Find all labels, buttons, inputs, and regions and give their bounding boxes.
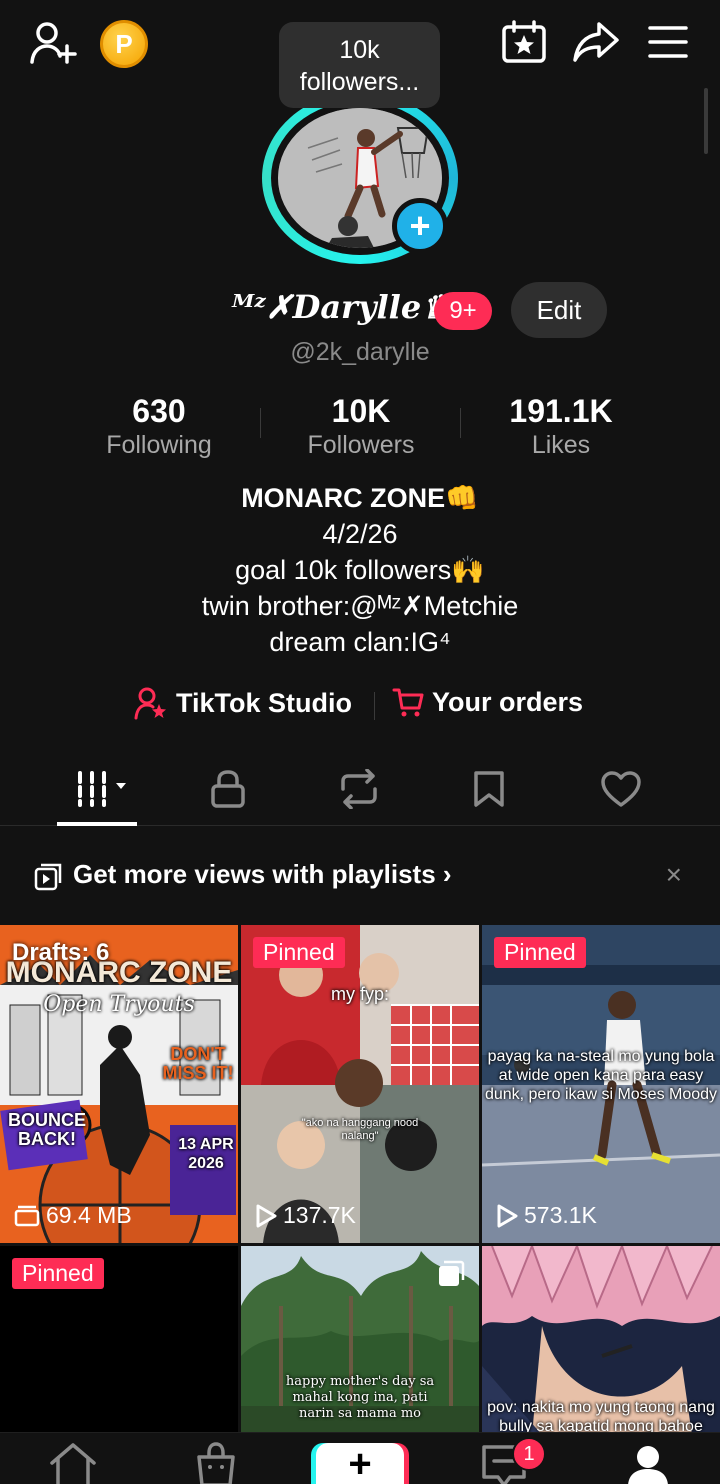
view-count-value: 137.7K <box>283 1202 356 1228</box>
playlist-banner-text: Get more views with playlists › <box>73 859 452 890</box>
heart-icon <box>601 771 641 807</box>
play-icon <box>497 1204 518 1227</box>
video-thumbnail-drafts[interactable]: MONARC ZONE Open Tryouts DON'T MISS IT! … <box>0 925 238 1243</box>
content-tabs <box>0 752 720 826</box>
shopping-bag-icon <box>197 1442 235 1484</box>
profile-stats: 630 Following 10K Followers 191.1K Likes <box>0 392 720 462</box>
profile-name-row: ᴹᶻ✗Darylle♛ 9+ Edit <box>0 282 720 338</box>
create-button[interactable]: + <box>316 1443 404 1484</box>
close-icon[interactable]: × <box>666 859 682 891</box>
stat-label: Following <box>106 431 212 459</box>
poster-side-text: DON'T MISS IT! <box>162 1044 234 1083</box>
video-thumbnail-pinned-3[interactable]: Pinned <box>0 1246 238 1435</box>
calendar-star-icon[interactable] <box>500 20 548 64</box>
stat-likes[interactable]: 191.1K Likes <box>461 392 661 460</box>
nav-home[interactable] <box>48 1441 98 1484</box>
draft-size-value: 69.4 MB <box>46 1202 132 1228</box>
bio-line: MONARC ZONE👊 <box>241 483 479 513</box>
home-icon <box>50 1443 96 1484</box>
poster-date: 13 APR 2026 <box>178 1136 234 1172</box>
studio-label: TikTok Studio <box>176 687 353 718</box>
stat-following[interactable]: 630 Following <box>59 392 259 460</box>
stat-value: 10K <box>331 393 391 429</box>
draft-size: 69.4 MB <box>14 1202 132 1229</box>
slideshow-icon <box>439 1260 465 1286</box>
bio-line: goal 10k followers🙌 <box>235 555 485 585</box>
video-caption: payag ka na-steal mo yung bola at wide o… <box>484 1048 718 1103</box>
studio-icon <box>134 687 166 720</box>
video-thumbnail-pinned-1[interactable]: Pinned my fyp: "ako na hanggang nood nal… <box>241 925 479 1243</box>
video-grid: MONARC ZONE Open Tryouts DON'T MISS IT! … <box>0 925 720 1435</box>
tab-favorites[interactable] <box>439 764 539 814</box>
nav-shop[interactable] <box>194 1441 238 1484</box>
playlist-icon <box>34 863 62 891</box>
bookmark-icon <box>474 771 504 807</box>
links-divider <box>374 692 375 720</box>
bottom-nav: + 1 <box>0 1432 720 1484</box>
pinned-badge: Pinned <box>494 937 586 968</box>
orders-label: Your orders <box>432 686 584 717</box>
tab-liked[interactable] <box>571 764 671 814</box>
view-count: 573.1K <box>496 1202 597 1229</box>
notification-badge[interactable]: 9+ <box>434 292 492 330</box>
scroll-indicator[interactable] <box>704 88 708 154</box>
profile-icon <box>628 1446 668 1484</box>
playlist-text: Get more views with playlists <box>73 859 436 889</box>
video-caption: pov: nakita mo yung taong nang bully sa … <box>487 1399 715 1435</box>
profile-links: TikTok Studio Your orders <box>0 686 720 726</box>
active-tab-indicator <box>57 822 137 826</box>
grid-dropdown-icon <box>78 771 126 807</box>
add-friend-icon[interactable] <box>28 20 78 64</box>
share-icon[interactable] <box>572 20 620 64</box>
bio-line: 4/2/26 <box>322 519 398 549</box>
stat-followers[interactable]: 10K Followers <box>261 392 461 460</box>
tab-videos[interactable] <box>54 764 154 814</box>
play-icon <box>256 1204 277 1227</box>
chevron-right-icon: › <box>442 859 452 889</box>
edit-profile-button[interactable]: Edit <box>511 282 607 338</box>
tab-private[interactable] <box>178 764 278 814</box>
bio-mention-line[interactable]: twin brother:@ᴹᶻ✗Metchie <box>0 588 720 624</box>
view-count: 137.7K <box>255 1202 356 1229</box>
username-handle: @2k_darylle <box>290 338 430 366</box>
tiktok-studio-link[interactable]: TikTok Studio <box>134 686 352 720</box>
inbox-count-badge: 1 <box>512 1437 546 1471</box>
menu-icon[interactable] <box>646 22 690 62</box>
video-caption: "ako na hanggang nood nalang" <box>301 1117 419 1142</box>
video-caption: my fyp: <box>330 984 389 1004</box>
drafts-count: Drafts: 6 <box>12 939 110 966</box>
view-count-value: 573.1K <box>524 1202 597 1228</box>
video-caption: happy mother's day sa mahal kong ina, pa… <box>285 1374 435 1421</box>
add-story-button[interactable]: + <box>392 198 448 254</box>
poster-subtitle: Open Tryouts <box>43 992 195 1017</box>
coins-icon[interactable]: P <box>100 20 148 68</box>
profile-bio: MONARC ZONE👊 4/2/26 goal 10k followers🙌 … <box>0 480 720 660</box>
stat-value: 191.1K <box>509 393 613 429</box>
video-thumbnail-slideshow[interactable]: happy mother's day sa mahal kong ina, pa… <box>241 1246 479 1435</box>
pinned-badge: Pinned <box>253 937 345 968</box>
drafts-icon <box>14 1205 40 1226</box>
stat-label: Likes <box>531 431 591 459</box>
lock-icon <box>211 770 245 808</box>
bio-line: dream clan:IG⁴ <box>269 627 451 657</box>
video-thumbnail-pinned-2[interactable]: Pinned payag ka na-steal mo yung bola at… <box>482 925 720 1243</box>
note-tooltip[interactable]: 10k followers... <box>279 22 440 108</box>
playlist-banner[interactable]: Get more views with playlists › × <box>0 845 720 905</box>
cart-icon <box>392 688 424 717</box>
collage-thumbnail <box>241 925 479 1243</box>
display-name: ᴹᶻ✗Darylle♛ <box>232 288 450 326</box>
your-orders-link[interactable]: Your orders <box>392 686 583 718</box>
nav-profile[interactable] <box>626 1445 670 1484</box>
tab-reposts[interactable] <box>309 764 409 814</box>
poster-bounce: BOUNCE BACK! <box>7 1110 86 1149</box>
stat-value: 630 <box>132 393 186 429</box>
stat-label: Followers <box>307 431 415 459</box>
repost-icon <box>341 769 377 809</box>
video-thumbnail-anime[interactable]: pov: nakita mo yung taong nang bully sa … <box>482 1246 720 1435</box>
pinned-badge: Pinned <box>12 1258 104 1289</box>
